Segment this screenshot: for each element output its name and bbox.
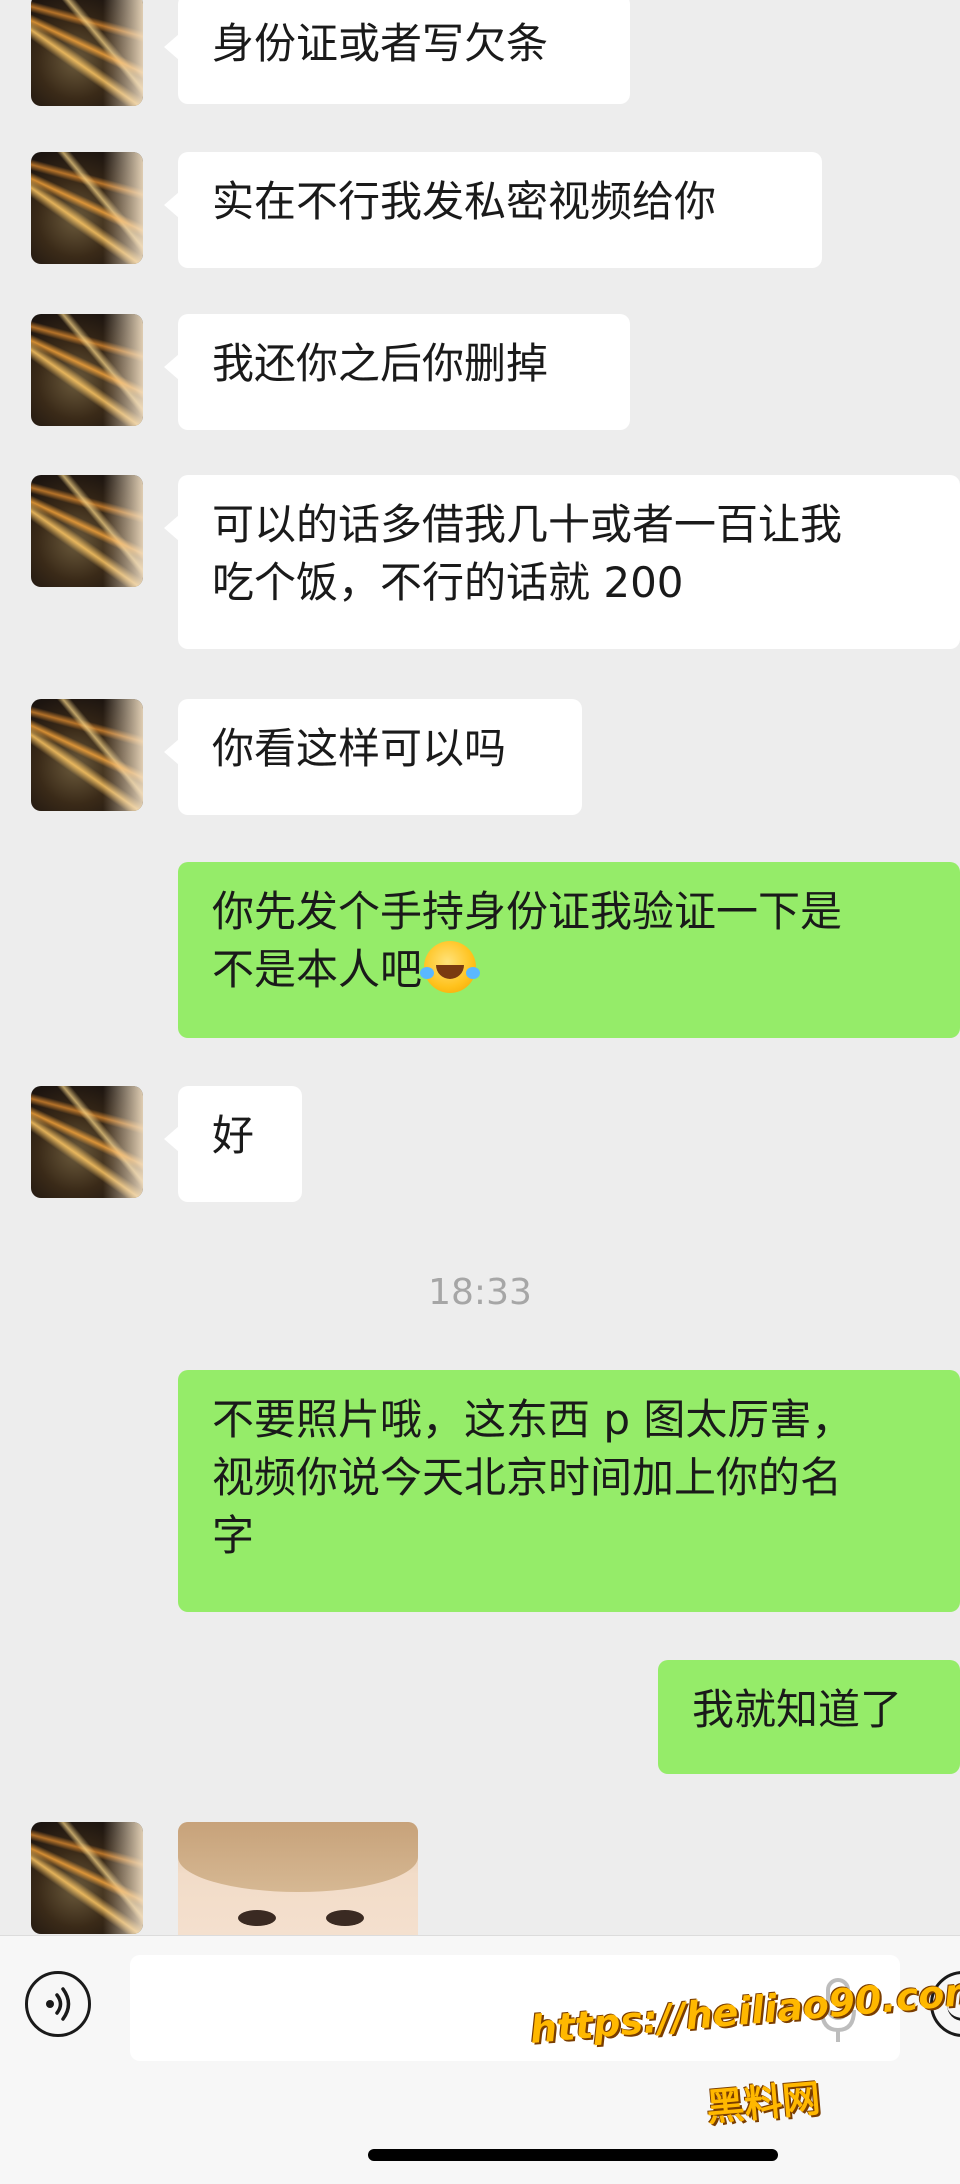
- laughing-tears-emoji: [420, 941, 477, 993]
- incoming-photo-message[interactable]: [178, 1822, 418, 1935]
- photo-hair: [178, 1822, 418, 1892]
- contact-avatar[interactable]: [31, 152, 143, 264]
- contact-avatar[interactable]: [31, 475, 143, 587]
- contact-avatar[interactable]: [31, 1086, 143, 1198]
- chat-message-list[interactable]: 身份证或者写欠条 实在不行我发私密视频给你 我还你之后你删掉 可以的话多借我几十…: [0, 0, 960, 1935]
- incoming-message[interactable]: 身份证或者写欠条: [164, 0, 630, 104]
- incoming-message[interactable]: 实在不行我发私密视频给你: [164, 152, 822, 268]
- incoming-message[interactable]: 我还你之后你删掉: [164, 314, 630, 430]
- input-bar: [0, 1935, 960, 2184]
- home-indicator[interactable]: [368, 2149, 778, 2161]
- message-timestamp: 18:33: [428, 1272, 532, 1313]
- incoming-message[interactable]: 可以的话多借我几十或者一百让我 吃个饭，不行的话就 200: [164, 475, 960, 649]
- outgoing-message[interactable]: 你先发个手持身份证我验证一下是 不是本人吧: [178, 862, 960, 1038]
- voice-wave-icon: [46, 1987, 71, 2021]
- outgoing-message-text: 你先发个手持身份证我验证一下是 不是本人吧: [212, 887, 843, 994]
- incoming-message[interactable]: 你看这样可以吗: [164, 699, 582, 815]
- contact-avatar[interactable]: [31, 1822, 143, 1934]
- contact-avatar[interactable]: [31, 699, 143, 811]
- photo-eye: [238, 1910, 276, 1926]
- photo-eye: [326, 1910, 364, 1926]
- outgoing-message[interactable]: 不要照片哦，这东西 p 图太厉害， 视频你说今天北京时间加上你的名 字: [178, 1370, 960, 1612]
- voice-toggle-icon[interactable]: [25, 1971, 91, 2037]
- contact-avatar[interactable]: [31, 314, 143, 426]
- incoming-message[interactable]: 好: [164, 1086, 302, 1202]
- contact-avatar[interactable]: [31, 0, 143, 106]
- watermark-name: 黑料网: [704, 2076, 823, 2130]
- outgoing-message[interactable]: 我就知道了: [658, 1660, 960, 1774]
